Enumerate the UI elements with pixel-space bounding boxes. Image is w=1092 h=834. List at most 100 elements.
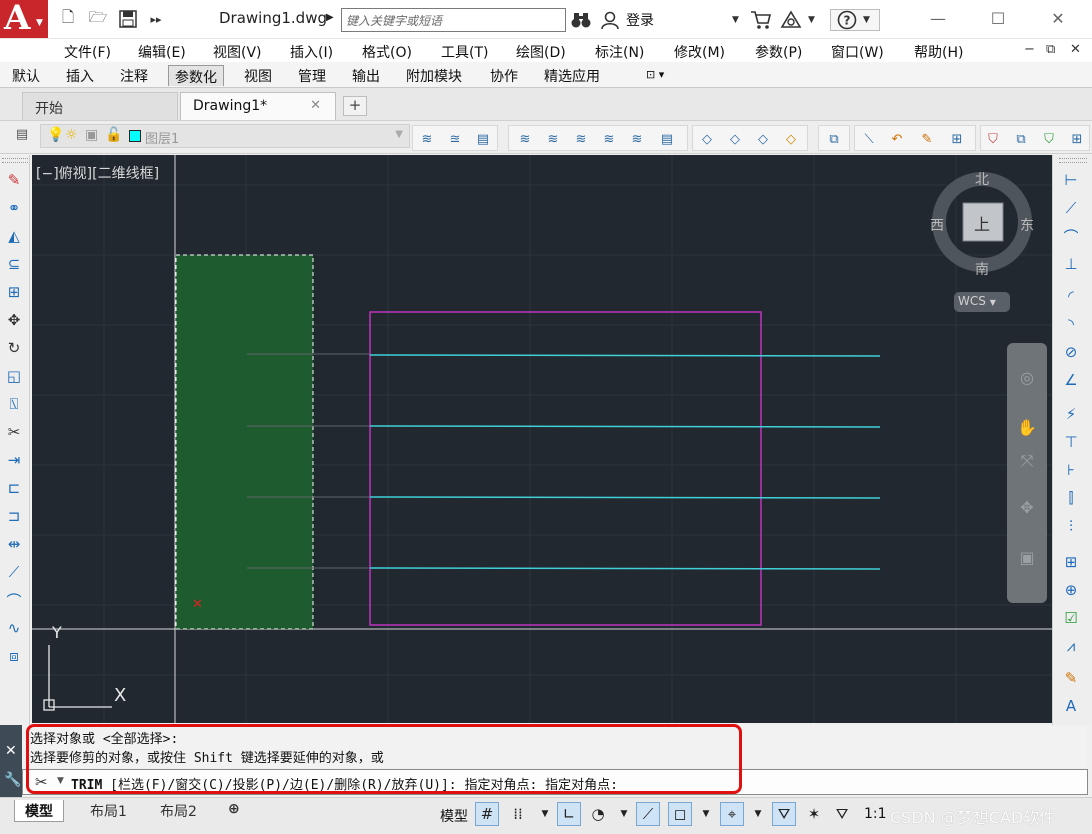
steering-wheel-icon[interactable]: ◎: [1015, 365, 1039, 389]
doc-minimize-button[interactable]: −: [1024, 42, 1035, 57]
center-mark-icon[interactable]: ⊕: [1060, 579, 1082, 601]
named-views-icon[interactable]: ⧉: [824, 130, 844, 148]
object-snap-tracking-icon[interactable]: ◻: [668, 802, 692, 826]
binoculars-icon[interactable]: [570, 9, 592, 31]
menu-format[interactable]: 格式(O): [362, 42, 412, 62]
tab-start[interactable]: 开始: [22, 92, 178, 120]
chamfer-icon[interactable]: ⟋: [3, 561, 25, 583]
layer-change-icon[interactable]: ◇: [781, 130, 801, 148]
copy-clip-icon[interactable]: ⧉: [1011, 130, 1031, 148]
layer-copy-icon[interactable]: ◇: [753, 130, 773, 148]
tab-layout2[interactable]: 布局2: [150, 800, 207, 822]
diameter-icon[interactable]: ⊘: [1060, 341, 1082, 363]
menu-view[interactable]: 视图(V): [213, 42, 262, 62]
tab-collaborate[interactable]: 协作: [484, 65, 524, 86]
compass-west[interactable]: 西: [930, 215, 944, 235]
tab-insert[interactable]: 插入: [60, 65, 100, 86]
move-icon[interactable]: ✥: [3, 309, 25, 331]
menu-modify[interactable]: 修改(M): [674, 42, 725, 62]
more-tools-icon[interactable]: ▸▸: [144, 8, 168, 30]
save-icon[interactable]: [116, 8, 140, 30]
menu-insert[interactable]: 插入(I): [290, 42, 333, 62]
continue-icon[interactable]: ⊦: [1060, 459, 1082, 481]
menu-dimension[interactable]: 标注(N): [595, 42, 644, 62]
rotate-icon[interactable]: ↻: [3, 337, 25, 359]
explode-icon[interactable]: ⧈: [3, 645, 25, 667]
group-icon[interactable]: ⊞: [947, 130, 967, 148]
toolbar-grip[interactable]: [2, 158, 28, 163]
close-command-line-icon[interactable]: ✕: [5, 743, 17, 759]
cart-icon[interactable]: [750, 9, 772, 31]
add-layout-icon[interactable]: ⊕: [218, 800, 250, 822]
chevron-down-icon[interactable]: ▼: [808, 9, 815, 31]
layer-freeze-icon[interactable]: ≋: [599, 130, 619, 148]
layer-match-icon[interactable]: ≊: [445, 130, 465, 148]
dimension-text-edit-icon[interactable]: A: [1060, 695, 1082, 717]
wcs-menu[interactable]: WCS ▼: [954, 292, 1010, 312]
jogged-icon[interactable]: ◝: [1060, 313, 1082, 335]
toolbar-grip[interactable]: [1059, 158, 1087, 163]
arc-length-icon[interactable]: ⌒: [1060, 225, 1082, 247]
angular-icon[interactable]: ∠: [1060, 369, 1082, 391]
tab-drawing1[interactable]: Drawing1* ✕: [180, 92, 336, 120]
tab-manage[interactable]: 管理: [292, 65, 332, 86]
tolerance-icon[interactable]: ⊞: [1060, 551, 1082, 573]
layer-lock-icon[interactable]: ◇: [697, 130, 717, 148]
tab-default[interactable]: 默认: [6, 65, 46, 86]
doc-close-button[interactable]: ✕: [1070, 42, 1081, 57]
menu-draw[interactable]: 绘图(D): [516, 42, 566, 62]
ordinate-icon[interactable]: ⊥: [1060, 253, 1082, 275]
maximize-button[interactable]: ☐: [978, 6, 1018, 30]
menu-edit[interactable]: 编辑(E): [138, 42, 186, 62]
space-icon[interactable]: ⫿: [1060, 487, 1082, 509]
tab-addins[interactable]: 附加模块: [400, 65, 468, 86]
layer-off-icon[interactable]: ≋: [571, 130, 591, 148]
mirror-icon[interactable]: ◭: [3, 225, 25, 247]
annotation-scale-value[interactable]: 1:1: [864, 806, 887, 822]
scale-icon[interactable]: ◱: [3, 365, 25, 387]
match-properties-icon[interactable]: ✎: [917, 130, 937, 148]
aligned-dimension-icon[interactable]: ⟋: [1060, 197, 1082, 219]
inspect-icon[interactable]: ☑: [1060, 607, 1082, 629]
layer-merge-icon[interactable]: ▤: [657, 130, 677, 148]
isometric-drafting-icon[interactable]: ⟋: [636, 802, 660, 826]
copy-icon[interactable]: ⚭: [3, 197, 25, 219]
menu-parametric[interactable]: 参数(P): [755, 42, 802, 62]
viewport-controls-label[interactable]: [−]俯视][二维线框]: [36, 163, 159, 183]
showmotion-icon[interactable]: ▣: [1015, 545, 1039, 569]
application-menu-button[interactable]: A ▼: [0, 0, 48, 38]
minimize-button[interactable]: —: [918, 6, 958, 30]
tab-view[interactable]: 视图: [238, 65, 278, 86]
dimension-edit-icon[interactable]: ✎: [1060, 667, 1082, 689]
customize-wrench-icon[interactable]: 🔧: [4, 772, 21, 788]
undo-icon[interactable]: ↶: [887, 130, 907, 148]
user-icon[interactable]: [600, 9, 620, 31]
new-tab-button[interactable]: +: [343, 96, 367, 116]
a360-icon[interactable]: [780, 9, 802, 31]
new-file-icon[interactable]: 🗋: [56, 8, 80, 30]
chevron-down-icon[interactable]: ▼: [746, 802, 770, 826]
break-dimension-icon[interactable]: ⫶: [1060, 515, 1082, 537]
menu-file[interactable]: 文件(F): [64, 42, 111, 62]
orbit-icon[interactable]: ✥: [1015, 495, 1039, 519]
jogged-linear-icon[interactable]: ⩘: [1060, 635, 1082, 657]
tab-annotate[interactable]: 注释: [114, 65, 154, 86]
chevron-down-icon[interactable]: ▼: [612, 802, 636, 826]
menu-tools[interactable]: 工具(T): [441, 42, 488, 62]
auto-scale-icon[interactable]: ✶: [802, 802, 826, 826]
compass-south[interactable]: 南: [975, 259, 989, 279]
tab-featured-apps[interactable]: 精选应用: [538, 65, 606, 86]
layer-isolate-icon[interactable]: ≋: [515, 130, 535, 148]
close-button[interactable]: ✕: [1038, 6, 1078, 30]
compass-east[interactable]: 东: [1020, 215, 1034, 235]
linear-dimension-icon[interactable]: ⊢: [1060, 169, 1082, 191]
baseline-icon[interactable]: ⊤: [1060, 431, 1082, 453]
tab-output[interactable]: 输出: [346, 65, 386, 86]
pan-icon[interactable]: ✋: [1015, 415, 1039, 439]
trim-extend-icon[interactable]: ⟍: [859, 130, 879, 148]
title-expand-icon[interactable]: ▶: [326, 12, 334, 23]
doc-restore-button[interactable]: ⧉: [1046, 42, 1055, 57]
polar-tracking-icon[interactable]: ◔: [586, 802, 610, 826]
open-folder-icon[interactable]: 🗁: [86, 8, 110, 30]
break-at-point-icon[interactable]: ⊏: [3, 477, 25, 499]
